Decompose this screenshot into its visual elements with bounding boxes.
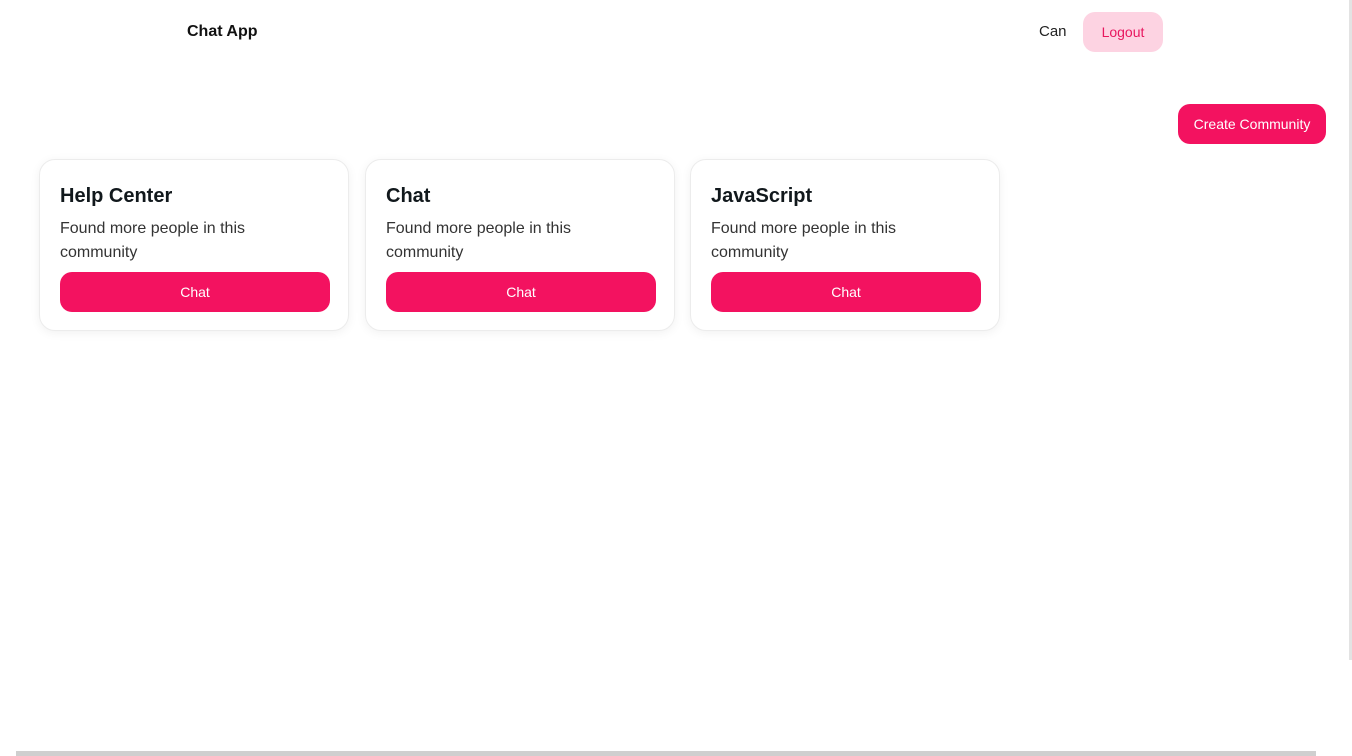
create-community-button[interactable]: Create Community xyxy=(1178,104,1326,144)
navbar: Chat App Can Logout xyxy=(0,0,1352,64)
community-description: Found more people in this community xyxy=(60,220,245,261)
community-title: Chat xyxy=(386,185,431,207)
community-title: JavaScript xyxy=(711,185,813,207)
app-brand[interactable]: Chat App xyxy=(187,22,258,42)
page: Chat App Can Logout Create Community Hel… xyxy=(0,0,1352,756)
horizontal-scrollbar[interactable] xyxy=(16,751,1316,756)
chat-button[interactable]: Chat xyxy=(711,272,981,312)
chat-button[interactable]: Chat xyxy=(386,272,656,312)
community-title: Help Center xyxy=(60,185,173,207)
community-card: JavaScript Found more people in this com… xyxy=(690,159,1000,331)
chat-button[interactable]: Chat xyxy=(60,272,330,312)
community-description: Found more people in this community xyxy=(386,220,571,261)
logout-button[interactable]: Logout xyxy=(1083,12,1163,52)
current-username: Can xyxy=(1039,23,1067,40)
community-card: Help Center Found more people in this co… xyxy=(39,159,349,331)
community-description: Found more people in this community xyxy=(711,220,896,261)
community-card: Chat Found more people in this community… xyxy=(365,159,675,331)
